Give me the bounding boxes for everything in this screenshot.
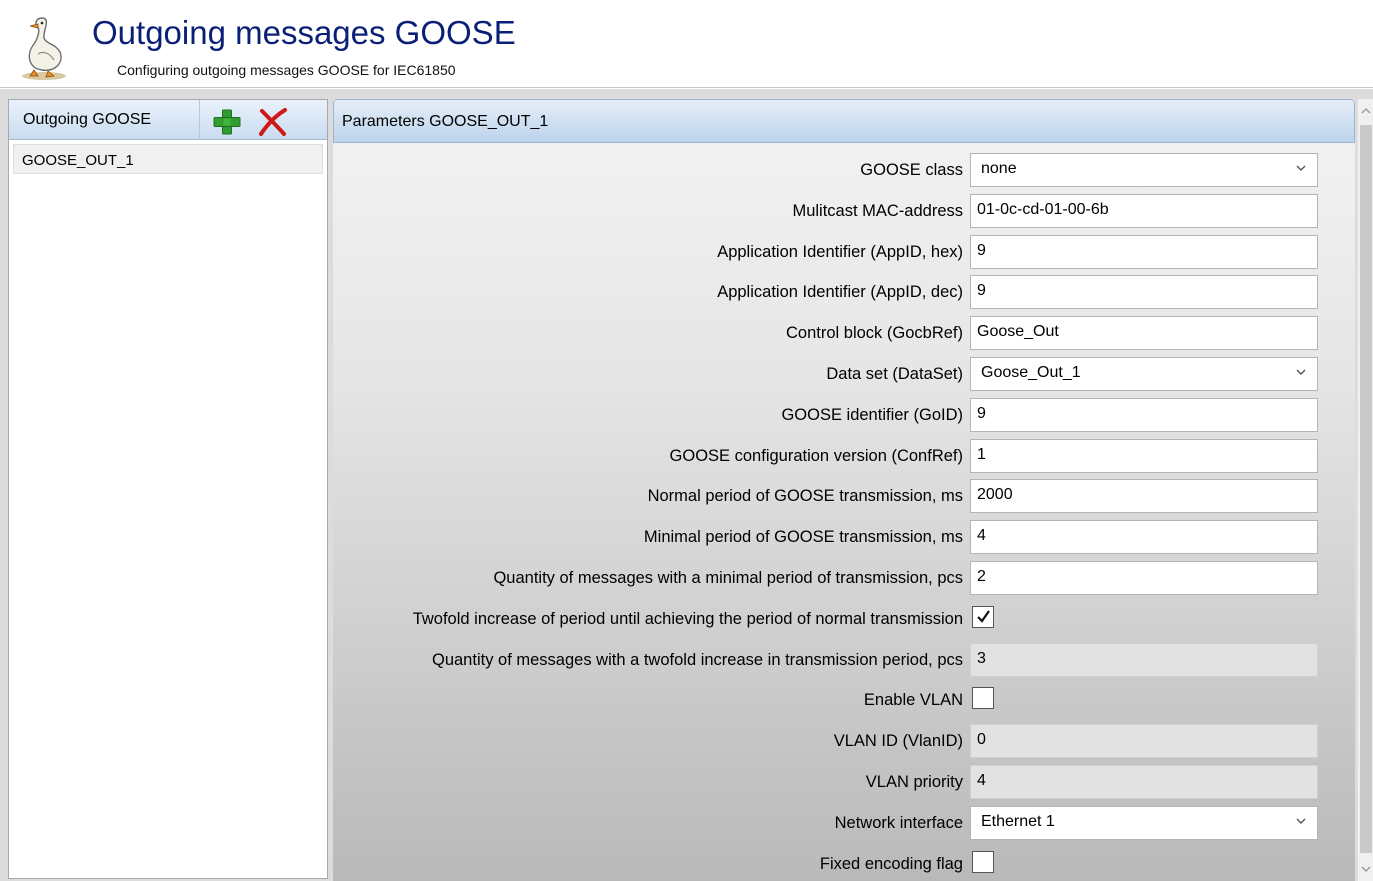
outgoing-goose-title: Outgoing GOOSE bbox=[23, 111, 152, 128]
application-identifier-appid-dec-field[interactable]: 9 bbox=[970, 275, 1318, 310]
form-row: Minimal period of GOOSE transmission, ms… bbox=[333, 520, 1355, 555]
outgoing-goose-panel: Outgoing GOOSE GOOSE_OUT_1 bbox=[8, 99, 328, 879]
enable-vlan-checkbox[interactable] bbox=[972, 687, 994, 710]
field-value: Ethernet 1 bbox=[981, 812, 1055, 830]
goose-logo-icon bbox=[22, 17, 66, 80]
parameters-title: Parameters GOOSE_OUT_1 bbox=[342, 113, 549, 130]
field-value: 4 bbox=[977, 527, 986, 545]
form-row: Network interface Ethernet 1 bbox=[333, 805, 1355, 840]
field-label: Enable VLAN bbox=[863, 691, 963, 710]
field-label: Control block (GocbRef) bbox=[786, 324, 963, 343]
field-label: Quantity of messages with a minimal peri… bbox=[493, 569, 963, 587]
work-area: Outgoing GOOSE GOOSE_OUT_1 Parameters GO… bbox=[0, 89, 1373, 881]
checkmark-icon bbox=[977, 610, 990, 623]
goose-list: GOOSE_OUT_1 bbox=[9, 144, 327, 174]
form-row: Mulitcast MAC-address 01-0c-cd-01-00-6b bbox=[333, 193, 1355, 228]
fixed-encoding-flag-checkbox[interactable] bbox=[972, 850, 994, 873]
form-row: Data set (DataSet) Goose_Out_1 bbox=[333, 357, 1355, 391]
parameters-panel: Parameters GOOSE_OUT_1 GOOSE class none Mu… bbox=[333, 99, 1355, 881]
form-row: Enable VLAN bbox=[333, 683, 1355, 717]
field-value: 1 bbox=[977, 445, 986, 463]
minimal-period-of-goose-transmission-ms-field[interactable]: 4 bbox=[970, 520, 1318, 555]
field-value: 0 bbox=[977, 731, 986, 749]
field-label: Data set (DataSet) bbox=[826, 365, 963, 383]
list-item[interactable]: GOOSE_OUT_1 bbox=[13, 144, 323, 174]
form-row: GOOSE class none bbox=[333, 153, 1355, 187]
vlan-id-vlanid-field: 0 bbox=[970, 724, 1318, 759]
field-label: Quantity of messages with a twofold incr… bbox=[432, 650, 963, 669]
field-value: Goose_Out bbox=[977, 323, 1059, 341]
field-label: GOOSE class bbox=[860, 161, 963, 179]
control-block-gocbref-field[interactable]: Goose_Out bbox=[970, 316, 1318, 351]
quantity-of-messages-with-a-twofold-increase-in-transmission-period-pcs-field: 3 bbox=[970, 642, 1318, 677]
goose-configuration-version-confref-field[interactable]: 1 bbox=[970, 438, 1318, 473]
field-value: 4 bbox=[977, 772, 986, 789]
parameters-header: Parameters GOOSE_OUT_1 bbox=[333, 99, 1355, 143]
field-value: 3 bbox=[977, 649, 986, 667]
field-label: Application Identifier (AppID, dec) bbox=[717, 283, 963, 302]
field-value: 2 bbox=[977, 568, 986, 585]
form-row: Application Identifier (AppID, hex) 9 bbox=[333, 234, 1355, 269]
page-subtitle: Configuring outgoing messages GOOSE for … bbox=[117, 62, 456, 78]
form-row: Normal period of GOOSE transmission, ms 2… bbox=[333, 479, 1355, 514]
field-label: VLAN ID (VlanID) bbox=[833, 732, 963, 751]
plus-icon[interactable] bbox=[212, 108, 242, 136]
field-value: 01-0c-cd-01-00-6b bbox=[977, 200, 1109, 218]
form-row: Control block (GocbRef) Goose_Out bbox=[333, 316, 1355, 351]
chevron-down-icon bbox=[1296, 369, 1306, 375]
page-title: Outgoing messages GOOSE bbox=[92, 14, 516, 51]
field-value: 9 bbox=[977, 241, 986, 259]
field-value: none bbox=[981, 160, 1017, 177]
chevron-down-icon[interactable] bbox=[1358, 857, 1373, 881]
mulitcast-mac-address-field[interactable]: 01-0c-cd-01-00-6b bbox=[970, 193, 1318, 228]
form-row: Quantity of messages with a twofold incr… bbox=[333, 642, 1355, 677]
form-row: Twofold increase of period until achievi… bbox=[333, 602, 1355, 636]
form-row: GOOSE identifier (GoID) 9 bbox=[333, 397, 1355, 432]
form-row: Application Identifier (AppID, dec) 9 bbox=[333, 275, 1355, 310]
field-label: Minimal period of GOOSE transmission, ms bbox=[643, 528, 963, 547]
form-row: VLAN ID (VlanID) 0 bbox=[333, 724, 1355, 759]
field-label: GOOSE configuration version (ConfRef) bbox=[669, 446, 963, 465]
field-label: Application Identifier (AppID, hex) bbox=[717, 242, 963, 261]
field-label: GOOSE identifier (GoID) bbox=[781, 405, 963, 424]
network-interface-dropdown[interactable]: Ethernet 1 bbox=[970, 805, 1318, 840]
scrollbar-thumb[interactable] bbox=[1360, 125, 1372, 853]
goose-class-dropdown[interactable]: none bbox=[970, 153, 1318, 187]
goose-identifier-goid-field[interactable]: 9 bbox=[970, 397, 1318, 432]
form-row: GOOSE configuration version (ConfRef) 1 bbox=[333, 438, 1355, 473]
field-label: Mulitcast MAC-address bbox=[792, 201, 963, 220]
header-divider bbox=[199, 100, 200, 140]
x-delete-icon[interactable] bbox=[257, 107, 289, 137]
field-label: VLAN priority bbox=[865, 773, 963, 791]
field-value: 2000 bbox=[977, 486, 1013, 504]
vertical-scrollbar[interactable] bbox=[1357, 99, 1373, 881]
field-value: Goose_Out_1 bbox=[981, 364, 1081, 381]
field-value: 9 bbox=[977, 282, 986, 300]
quantity-of-messages-with-a-minimal-period-of-transmission-pcs-field[interactable]: 2 bbox=[970, 561, 1318, 595]
twofold-increase-of-period-until-achieving-the-period-of-normal-transmission-checkbox[interactable] bbox=[972, 605, 994, 628]
page-header: Outgoing messages GOOSE Configuring outg… bbox=[0, 0, 1373, 88]
field-label: Normal period of GOOSE transmission, ms bbox=[647, 487, 963, 506]
chevron-down-icon bbox=[1296, 165, 1306, 171]
chevron-down-icon bbox=[1296, 818, 1306, 824]
normal-period-of-goose-transmission-ms-field[interactable]: 2000 bbox=[970, 479, 1318, 514]
field-label: Network interface bbox=[834, 813, 963, 832]
outgoing-goose-header: Outgoing GOOSE bbox=[9, 100, 327, 140]
data-set-dataset-dropdown[interactable]: Goose_Out_1 bbox=[970, 357, 1318, 391]
vlan-priority-field: 4 bbox=[970, 765, 1318, 799]
field-value: 9 bbox=[977, 404, 986, 422]
form-row: VLAN priority 4 bbox=[333, 765, 1355, 799]
field-label: Twofold increase of period until achievi… bbox=[412, 609, 963, 628]
form-row: Quantity of messages with a minimal peri… bbox=[333, 561, 1355, 595]
field-label: Fixed encoding flag bbox=[819, 854, 963, 873]
application-identifier-appid-hex-field[interactable]: 9 bbox=[970, 234, 1318, 269]
form-row: Fixed encoding flag bbox=[333, 847, 1355, 881]
chevron-up-icon[interactable] bbox=[1358, 99, 1373, 123]
